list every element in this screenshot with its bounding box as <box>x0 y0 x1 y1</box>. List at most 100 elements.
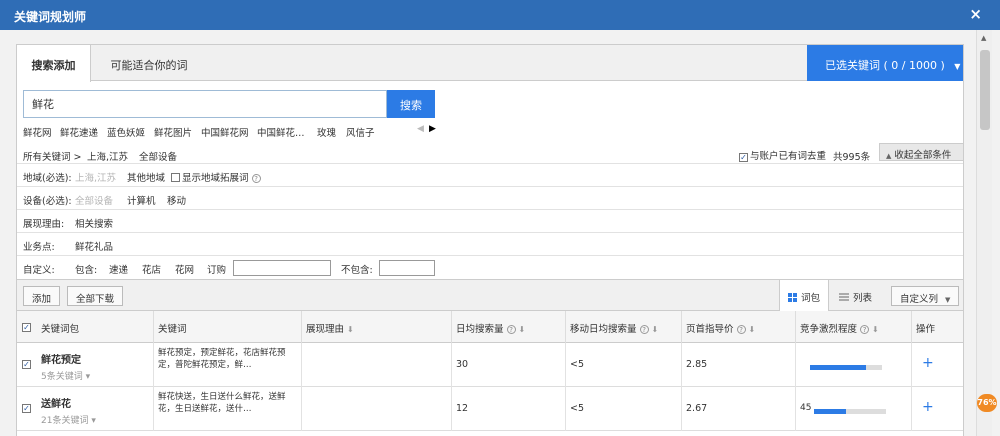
help-icon[interactable]: ? <box>860 325 870 334</box>
row-checkbox-cell: ✓ <box>17 387 37 431</box>
include-option[interactable]: 速递 <box>109 262 128 276</box>
package-count[interactable]: 5条关键词 ▾ <box>41 369 149 382</box>
pack-view-button[interactable]: 词包 <box>779 280 830 311</box>
tab-suggested-words[interactable]: 可能适合你的词 <box>97 45 201 81</box>
table-toolbar: 添加 全部下载 词包 列表 自定义列 ▼ <box>17 279 963 311</box>
col-daily-search[interactable]: 日均搜索量 ? ⬇ <box>451 311 565 343</box>
include-option[interactable]: 花店 <box>142 262 161 276</box>
package-count[interactable]: 21条关键词 ▾ <box>41 413 149 426</box>
competition-fill <box>810 365 867 370</box>
add-icon[interactable]: + <box>922 355 934 371</box>
col-reason-label: 展现理由 <box>306 324 345 335</box>
col-competition-label: 竞争激烈程度 <box>800 324 858 335</box>
help-icon[interactable]: ? <box>736 325 746 334</box>
top-price-cell: 2.85 <box>681 343 795 387</box>
device-pc-option[interactable]: 计算机 <box>127 193 156 207</box>
chevron-right-icon[interactable]: ▶ <box>429 124 436 134</box>
include-input[interactable] <box>233 260 331 276</box>
filter-label: 设备(必选): <box>23 196 72 207</box>
region-expand-checkbox[interactable] <box>171 173 180 182</box>
breadcrumb-region[interactable]: 上海,江苏 <box>87 149 128 163</box>
help-icon[interactable]: ? <box>639 325 649 334</box>
competition-fill <box>814 409 847 414</box>
close-icon[interactable]: × <box>969 5 982 23</box>
package-name: 送鲜花 <box>41 399 71 410</box>
suggestion-item[interactable]: 中国鲜花… <box>257 125 305 139</box>
table-row: ✓ 送鲜花 21条关键词 ▾ 鲜花快送，生日送什么鲜花，送鲜花，生日送鲜花，送什… <box>17 387 963 431</box>
col-competition[interactable]: 竞争激烈程度 ? ⬇ <box>795 311 911 343</box>
suggestion-item[interactable]: 鲜花速递 <box>60 125 98 139</box>
breadcrumb-device[interactable]: 全部设备 <box>139 149 177 163</box>
competition-value: 45 <box>800 403 812 413</box>
col-package[interactable]: 关键词包 <box>37 311 153 343</box>
selected-keywords-button[interactable]: 已选关键词 ( 0 / 1000 ) ▼ <box>807 45 963 81</box>
header-checkbox-cell: ✓ <box>17 311 37 343</box>
device-mobile-option[interactable]: 移动 <box>167 193 186 207</box>
suggestion-item[interactable]: 鲜花网 <box>23 125 52 139</box>
region-other-option[interactable]: 其他地域 <box>127 170 165 184</box>
suggestion-item[interactable]: 玫瑰 <box>317 125 336 139</box>
exclude-label: 不包含: <box>341 265 373 276</box>
suggestion-item[interactable]: 中国鲜花网 <box>201 125 249 139</box>
action-cell: + <box>911 387 963 431</box>
sort-icon[interactable]: ⬇ <box>749 325 756 334</box>
package-cell: 鲜花预定 5条关键词 ▾ <box>37 343 153 387</box>
col-reason[interactable]: 展现理由 ⬇ <box>301 311 451 343</box>
exclude-input[interactable] <box>379 260 435 276</box>
search-input[interactable] <box>23 90 387 118</box>
row-checkbox[interactable]: ✓ <box>22 404 31 413</box>
region-expand-label: 显示地域拓展词 <box>182 173 249 184</box>
suggestion-item[interactable]: 鲜花图片 <box>154 125 192 139</box>
package-cell: 送鲜花 21条关键词 ▾ <box>37 387 153 431</box>
business-option[interactable]: 鲜花礼品 <box>75 239 113 253</box>
include-option[interactable]: 花网 <box>175 262 194 276</box>
competition-bar <box>810 365 882 370</box>
col-mobile-search[interactable]: 移动日均搜索量 ? ⬇ <box>565 311 681 343</box>
scrollbar-thumb[interactable] <box>980 50 990 130</box>
add-icon[interactable]: + <box>922 399 934 415</box>
breadcrumb-root[interactable]: 所有关键词 > <box>23 149 81 163</box>
tab-search-add[interactable]: 搜索添加 <box>17 45 91 82</box>
competition-bar <box>814 409 886 414</box>
include-option[interactable]: 订购 <box>207 262 226 276</box>
help-icon[interactable]: ? <box>251 174 261 183</box>
filter-row-region: 地域(必选): 上海,江苏 其他地域 显示地域拓展词 ? <box>17 163 963 185</box>
sort-icon[interactable]: ⬇ <box>519 325 526 334</box>
dedupe-checkbox[interactable]: ✓ <box>739 153 748 162</box>
suggestion-item[interactable]: 风信子 <box>346 125 375 139</box>
reason-cell <box>301 387 451 431</box>
filter-label: 业务点: <box>23 242 55 253</box>
list-view-button[interactable]: 列表 <box>831 280 880 311</box>
row-checkbox-cell: ✓ <box>17 343 37 387</box>
vertical-scrollbar[interactable]: ▲ <box>976 30 992 436</box>
competition-cell: 45 <box>795 387 911 431</box>
chevron-left-icon[interactable]: ◀ <box>417 124 424 134</box>
chevron-down-icon: ▼ <box>954 62 961 71</box>
collapse-filters-label: 收起全部条件 <box>894 150 952 161</box>
suggestion-item[interactable]: 蓝色妖姬 <box>107 125 145 139</box>
dedupe-label: 与账户已有词去重 <box>750 151 827 162</box>
download-all-button[interactable]: 全部下载 <box>67 286 124 306</box>
list-icon <box>839 293 849 302</box>
reason-option[interactable]: 相关搜索 <box>75 216 113 230</box>
sort-icon[interactable]: ⬇ <box>347 325 354 334</box>
row-checkbox[interactable]: ✓ <box>22 360 31 369</box>
col-top-price[interactable]: 页首指导价 ? ⬇ <box>681 311 795 343</box>
region-expand-toggle[interactable]: 显示地域拓展词 ? <box>171 170 261 184</box>
collapse-filters-button[interactable]: ▲ 收起全部条件 <box>879 143 963 161</box>
action-cell: + <box>911 343 963 387</box>
scroll-up-icon[interactable]: ▲ <box>981 34 986 42</box>
dedupe-toggle[interactable]: ✓ 与账户已有词去重 <box>739 148 826 162</box>
custom-columns-button[interactable]: 自定义列 ▼ <box>891 286 960 306</box>
select-all-checkbox[interactable]: ✓ <box>22 323 31 332</box>
search-button[interactable]: 搜索 <box>387 90 435 118</box>
col-keyword[interactable]: 关键词 <box>153 311 301 343</box>
top-price-cell: 2.67 <box>681 387 795 431</box>
sort-icon[interactable]: ⬇ <box>872 325 879 334</box>
package-name: 鲜花预定 <box>41 355 81 366</box>
help-icon[interactable]: ? <box>506 325 516 334</box>
add-button[interactable]: 添加 <box>23 286 61 306</box>
sort-icon[interactable]: ⬇ <box>652 325 659 334</box>
filter-label: 展现理由: <box>23 219 65 230</box>
keywords-cell: 鲜花预定，预定鲜花，花店鲜花预定，普陀鲜花预定，鲜… <box>153 343 301 387</box>
